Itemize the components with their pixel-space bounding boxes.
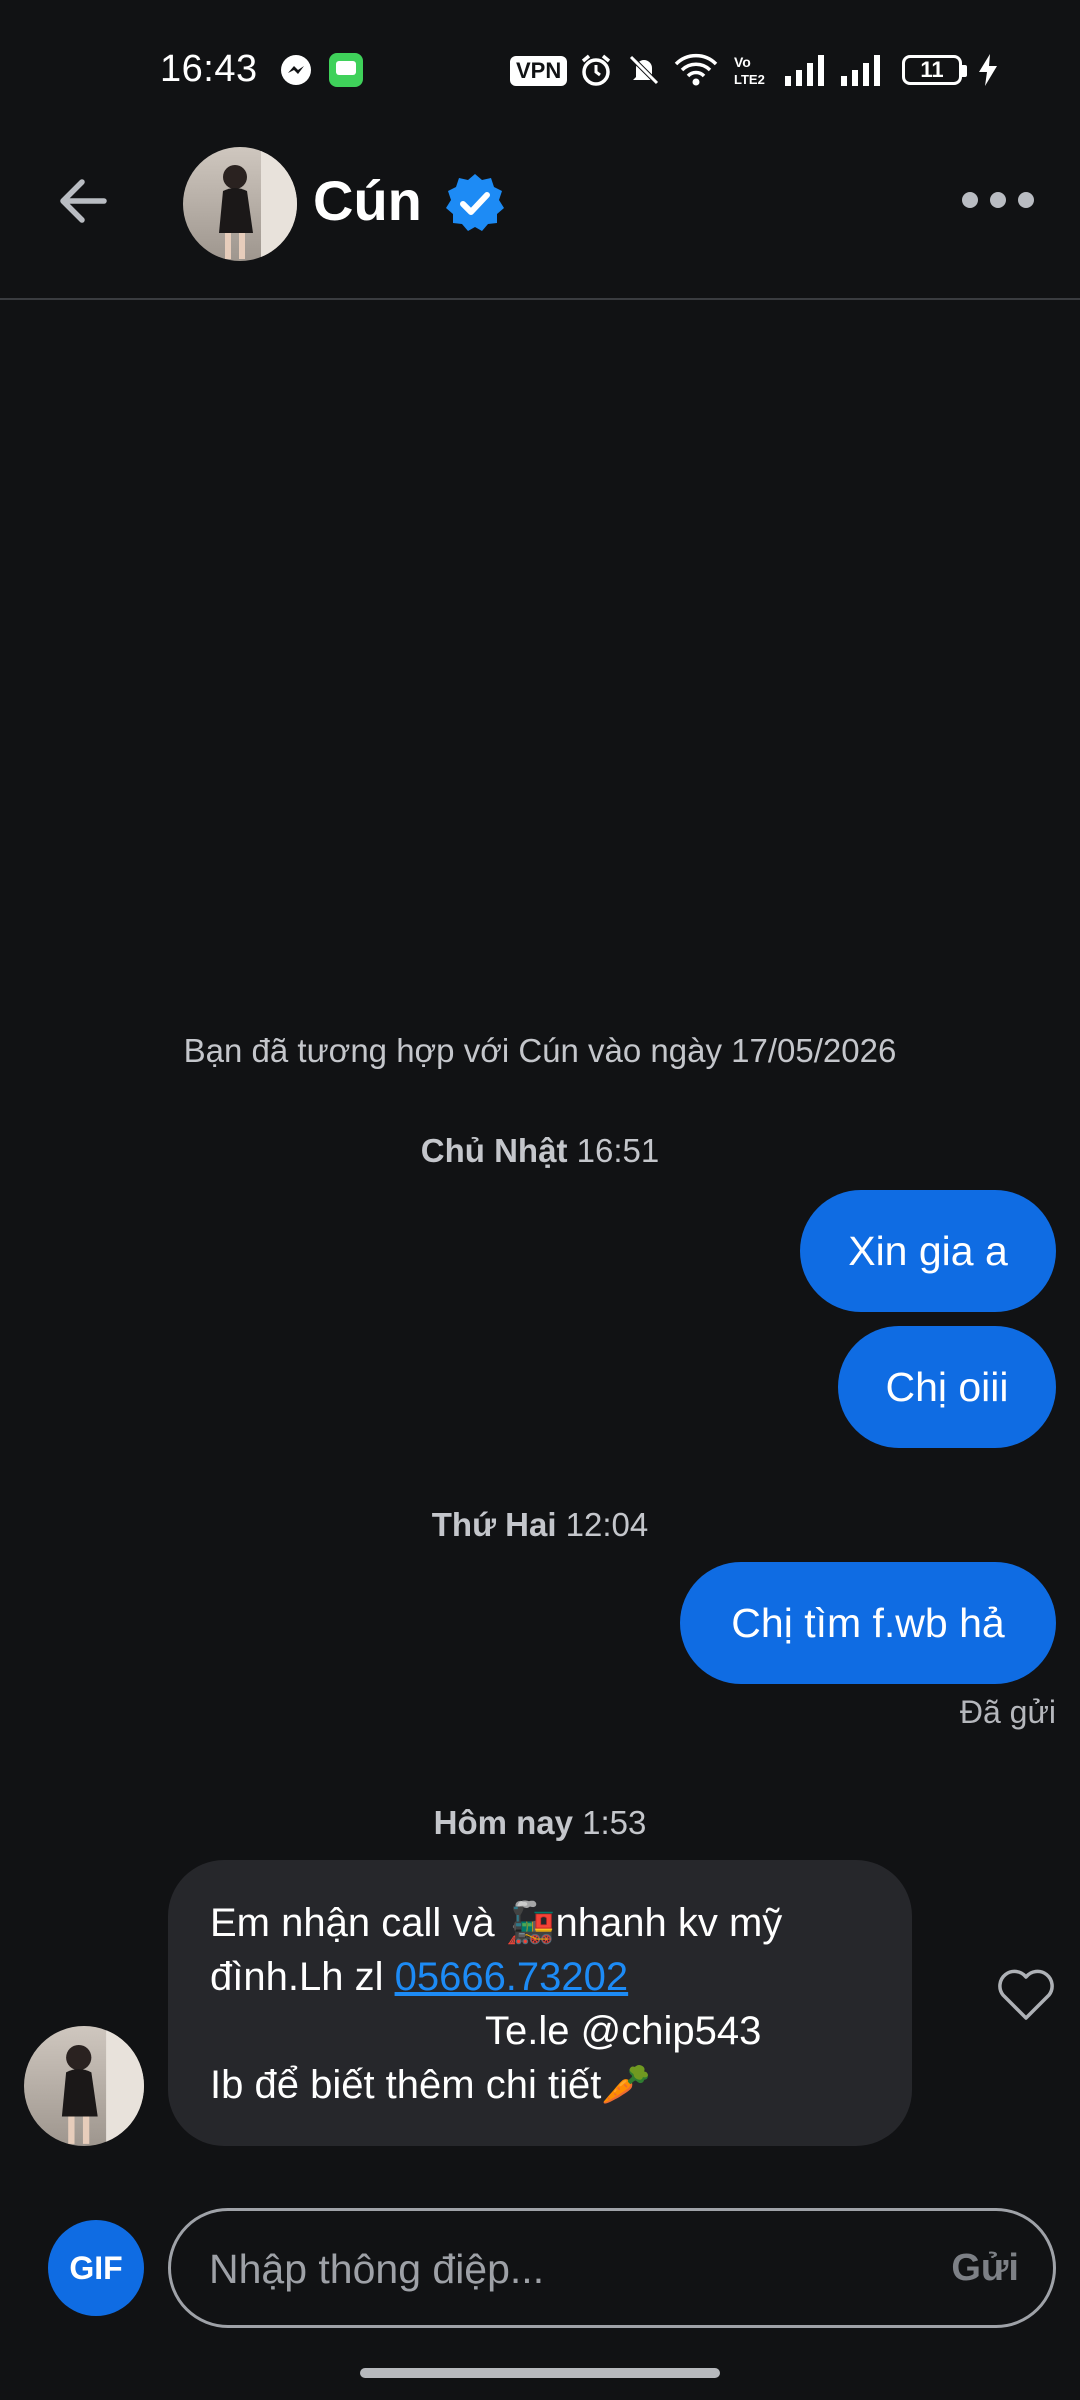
date-separator: Hôm nay 1:53 [433,1804,647,1841]
match-info: Bạn đã tương hợp với Cún vào ngày 17/05/… [183,1032,897,1069]
svg-text:LTE2: LTE2 [734,72,765,87]
home-indicator[interactable] [360,2368,720,2378]
signal-icon [784,54,828,86]
back-arrow-icon [60,179,107,223]
back-button[interactable] [52,170,114,232]
header-divider [0,298,1080,300]
message-text: Ib để biết thêm chi tiết🥕 [210,2063,652,2107]
message-bubble-sent[interactable]: Chị oiii [838,1326,1056,1448]
status-time: 16:43 [160,48,258,90]
like-message-button[interactable] [996,1966,1056,2022]
more-options-button[interactable] [962,180,1034,220]
sender-avatar[interactable] [24,2026,144,2146]
messages-icon [326,53,366,87]
volte-icon: Vo LTE2 [732,54,772,87]
message-text: Te.le @chip543 [485,2009,762,2053]
battery-icon: 11 [902,55,967,85]
message-composer: Gửi [168,2208,1056,2328]
message-bubble-sent[interactable]: Chị tìm f.wb hả [680,1562,1056,1684]
charging-icon [976,54,1000,86]
contact-avatar[interactable] [183,147,297,261]
contact-name[interactable]: Cún [313,168,422,233]
message-text: Em nhận call và 🚂nhanh kv mỹ [210,1901,783,1945]
message-bubble-received[interactable]: Em nhận call và 🚂nhanh kv mỹ đình.Lh zl … [168,1860,912,2146]
messenger-icon [278,54,314,86]
delivery-status: Đã gửi [959,1694,1056,1730]
message-input[interactable] [207,2211,851,2327]
gif-button[interactable]: GIF [48,2220,144,2316]
signal-icon [840,54,884,86]
message-bubble-sent[interactable]: Xin gia a [800,1190,1056,1312]
more-icon [962,192,978,208]
wifi-icon [674,53,718,86]
vpn-icon: VPN [510,56,568,86]
date-separator: Thứ Hai 12:04 [431,1506,649,1543]
phone-link[interactable]: 05666.73202 [395,1955,629,1999]
mute-icon [626,54,662,86]
heart-icon [998,1969,1054,2020]
verified-badge-icon [444,172,506,234]
alarm-icon [578,54,614,86]
date-separator: Chủ Nhật 16:51 [420,1132,660,1169]
message-text: đình.Lh zl [210,1955,395,1999]
send-button[interactable]: Gửi [951,2247,1019,2290]
svg-text:Vo: Vo [734,54,751,70]
